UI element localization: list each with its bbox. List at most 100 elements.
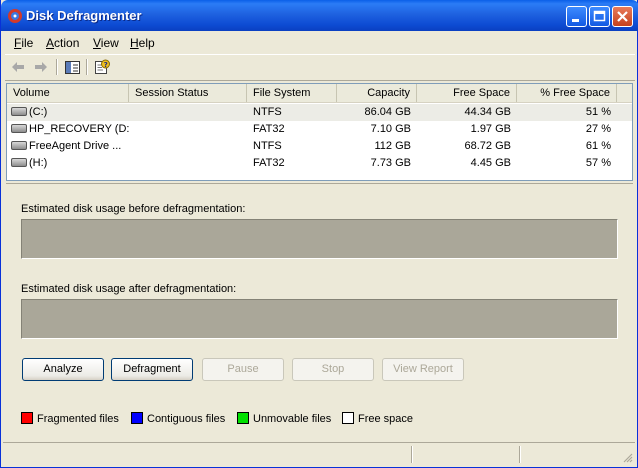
unmovable-swatch [237, 412, 249, 425]
drive-icon [11, 140, 27, 150]
percent-free-cell: 57 % [585, 157, 611, 169]
status-bar-separator [519, 446, 521, 463]
volume-list[interactable]: Volume Session Status File System Capaci… [6, 83, 633, 181]
close-button[interactable] [612, 6, 633, 27]
legend-label: Free space [358, 413, 414, 425]
drive-icon [11, 106, 27, 116]
minimize-icon [572, 19, 579, 22]
menu-bar: File Action View Help [5, 32, 635, 52]
free-space-swatch [342, 412, 354, 425]
svg-text:?: ? [104, 61, 108, 69]
free-space-cell: 68.72 GB [464, 140, 511, 152]
free-space-cell: 4.45 GB [470, 157, 511, 169]
menu-view-accel: V [93, 36, 101, 50]
legend-fragmented: Fragmented files [21, 412, 119, 425]
window-title: Disk Defragmenter [26, 8, 142, 23]
defrag-app-icon [8, 9, 22, 23]
free-space-cell: 1.97 GB [470, 123, 511, 135]
volume-name: (C:) [29, 106, 48, 118]
resize-grip-icon[interactable] [621, 451, 633, 463]
maximize-icon [593, 10, 606, 22]
volume-row[interactable]: (C:) NTFS 86.04 GB 44.34 GB 51 % [7, 104, 632, 121]
show-hide-tree-icon [64, 60, 80, 74]
forward-button[interactable] [32, 58, 50, 76]
disk-defragmenter-window: Disk Defragmenter File Action View Help … [0, 0, 638, 468]
volume-cell: (H:) [11, 155, 129, 172]
legend-label: Unmovable files [253, 413, 332, 425]
volume-cell: (C:) [11, 104, 129, 121]
volume-name: FreeAgent Drive ... [29, 140, 122, 152]
menu-view-label: iew [100, 36, 119, 50]
file-system-cell: NTFS [253, 106, 282, 118]
before-usage-label: Estimated disk usage before defragmentat… [21, 203, 246, 215]
stop-button[interactable]: Stop [292, 358, 374, 381]
menu-view[interactable]: View [93, 36, 119, 50]
help-properties-button[interactable]: ? [93, 58, 111, 76]
view-report-button[interactable]: View Report [382, 358, 464, 381]
column-header-capacity[interactable]: Capacity [337, 84, 417, 102]
session-status-cell [135, 155, 245, 172]
menu-action-accel: A [46, 36, 55, 50]
pause-button[interactable]: Pause [202, 358, 284, 381]
close-icon [617, 11, 628, 22]
legend-free-space: Free space [342, 412, 414, 425]
show-hide-tree-button[interactable] [63, 58, 81, 76]
file-system-cell: NTFS [253, 140, 282, 152]
back-arrow-icon [12, 62, 24, 72]
before-usage-display [21, 219, 618, 259]
toolbar-separator [56, 59, 58, 75]
analyze-button[interactable]: Analyze [22, 358, 104, 381]
help-properties-icon: ? [95, 59, 110, 74]
after-usage-display [21, 299, 618, 339]
file-system-cell: FAT32 [253, 157, 285, 169]
percent-free-cell: 51 % [585, 106, 611, 118]
legend-label: Fragmented files [37, 413, 119, 425]
legend-unmovable: Unmovable files [237, 412, 332, 425]
back-button[interactable] [9, 58, 27, 76]
volume-row[interactable]: FreeAgent Drive ... NTFS 112 GB 68.72 GB… [7, 138, 632, 155]
after-usage-label: Estimated disk usage after defragmentati… [21, 283, 237, 295]
capacity-cell: 7.10 GB [370, 123, 411, 135]
session-status-cell [135, 138, 245, 155]
free-space-cell: 44.34 GB [464, 106, 511, 118]
maximize-button[interactable] [589, 6, 610, 27]
column-header-volume[interactable]: Volume [7, 84, 129, 102]
menu-file-label: ile [21, 36, 34, 50]
volume-name: (H:) [29, 157, 48, 169]
volume-list-header: Volume Session Status File System Capaci… [7, 84, 632, 103]
toolbar: ? [5, 54, 635, 81]
capacity-cell: 112 GB [374, 140, 412, 152]
session-status-cell [135, 121, 245, 138]
menu-help[interactable]: Help [130, 36, 155, 50]
status-bar-separator [411, 446, 413, 463]
title-bar[interactable]: Disk Defragmenter [1, 0, 638, 31]
menu-file[interactable]: File [14, 36, 33, 50]
column-header-percent-free[interactable]: % Free Space [517, 84, 617, 102]
menu-action[interactable]: Action [46, 36, 79, 50]
status-bar [3, 442, 635, 465]
defragment-button[interactable]: Defragment [111, 358, 193, 381]
legend-contiguous: Contiguous files [131, 412, 225, 425]
column-header-session-status[interactable]: Session Status [129, 84, 247, 102]
volume-name: HP_RECOVERY (D:) [29, 123, 129, 135]
column-header-free-space[interactable]: Free Space [417, 84, 517, 102]
percent-free-cell: 27 % [585, 123, 611, 135]
volume-cell: FreeAgent Drive ... [11, 138, 129, 155]
drive-icon [11, 123, 27, 133]
drive-icon [11, 157, 27, 167]
column-header-file-system[interactable]: File System [247, 84, 337, 102]
menu-help-accel: H [130, 36, 139, 50]
capacity-cell: 7.73 GB [370, 157, 411, 169]
percent-free-cell: 61 % [585, 140, 611, 152]
fragmented-swatch [21, 412, 33, 425]
volume-row[interactable]: HP_RECOVERY (D:) FAT32 7.10 GB 1.97 GB 2… [7, 121, 632, 138]
contiguous-swatch [131, 412, 143, 425]
minimize-button[interactable] [566, 6, 587, 27]
analysis-panel: Estimated disk usage before defragmentat… [6, 183, 633, 442]
capacity-cell: 86.04 GB [364, 106, 411, 118]
file-system-cell: FAT32 [253, 123, 285, 135]
session-status-cell [135, 104, 245, 121]
menu-help-label: elp [138, 36, 155, 50]
volume-row[interactable]: (H:) FAT32 7.73 GB 4.45 GB 57 % [7, 155, 632, 172]
toolbar-separator [86, 59, 88, 75]
